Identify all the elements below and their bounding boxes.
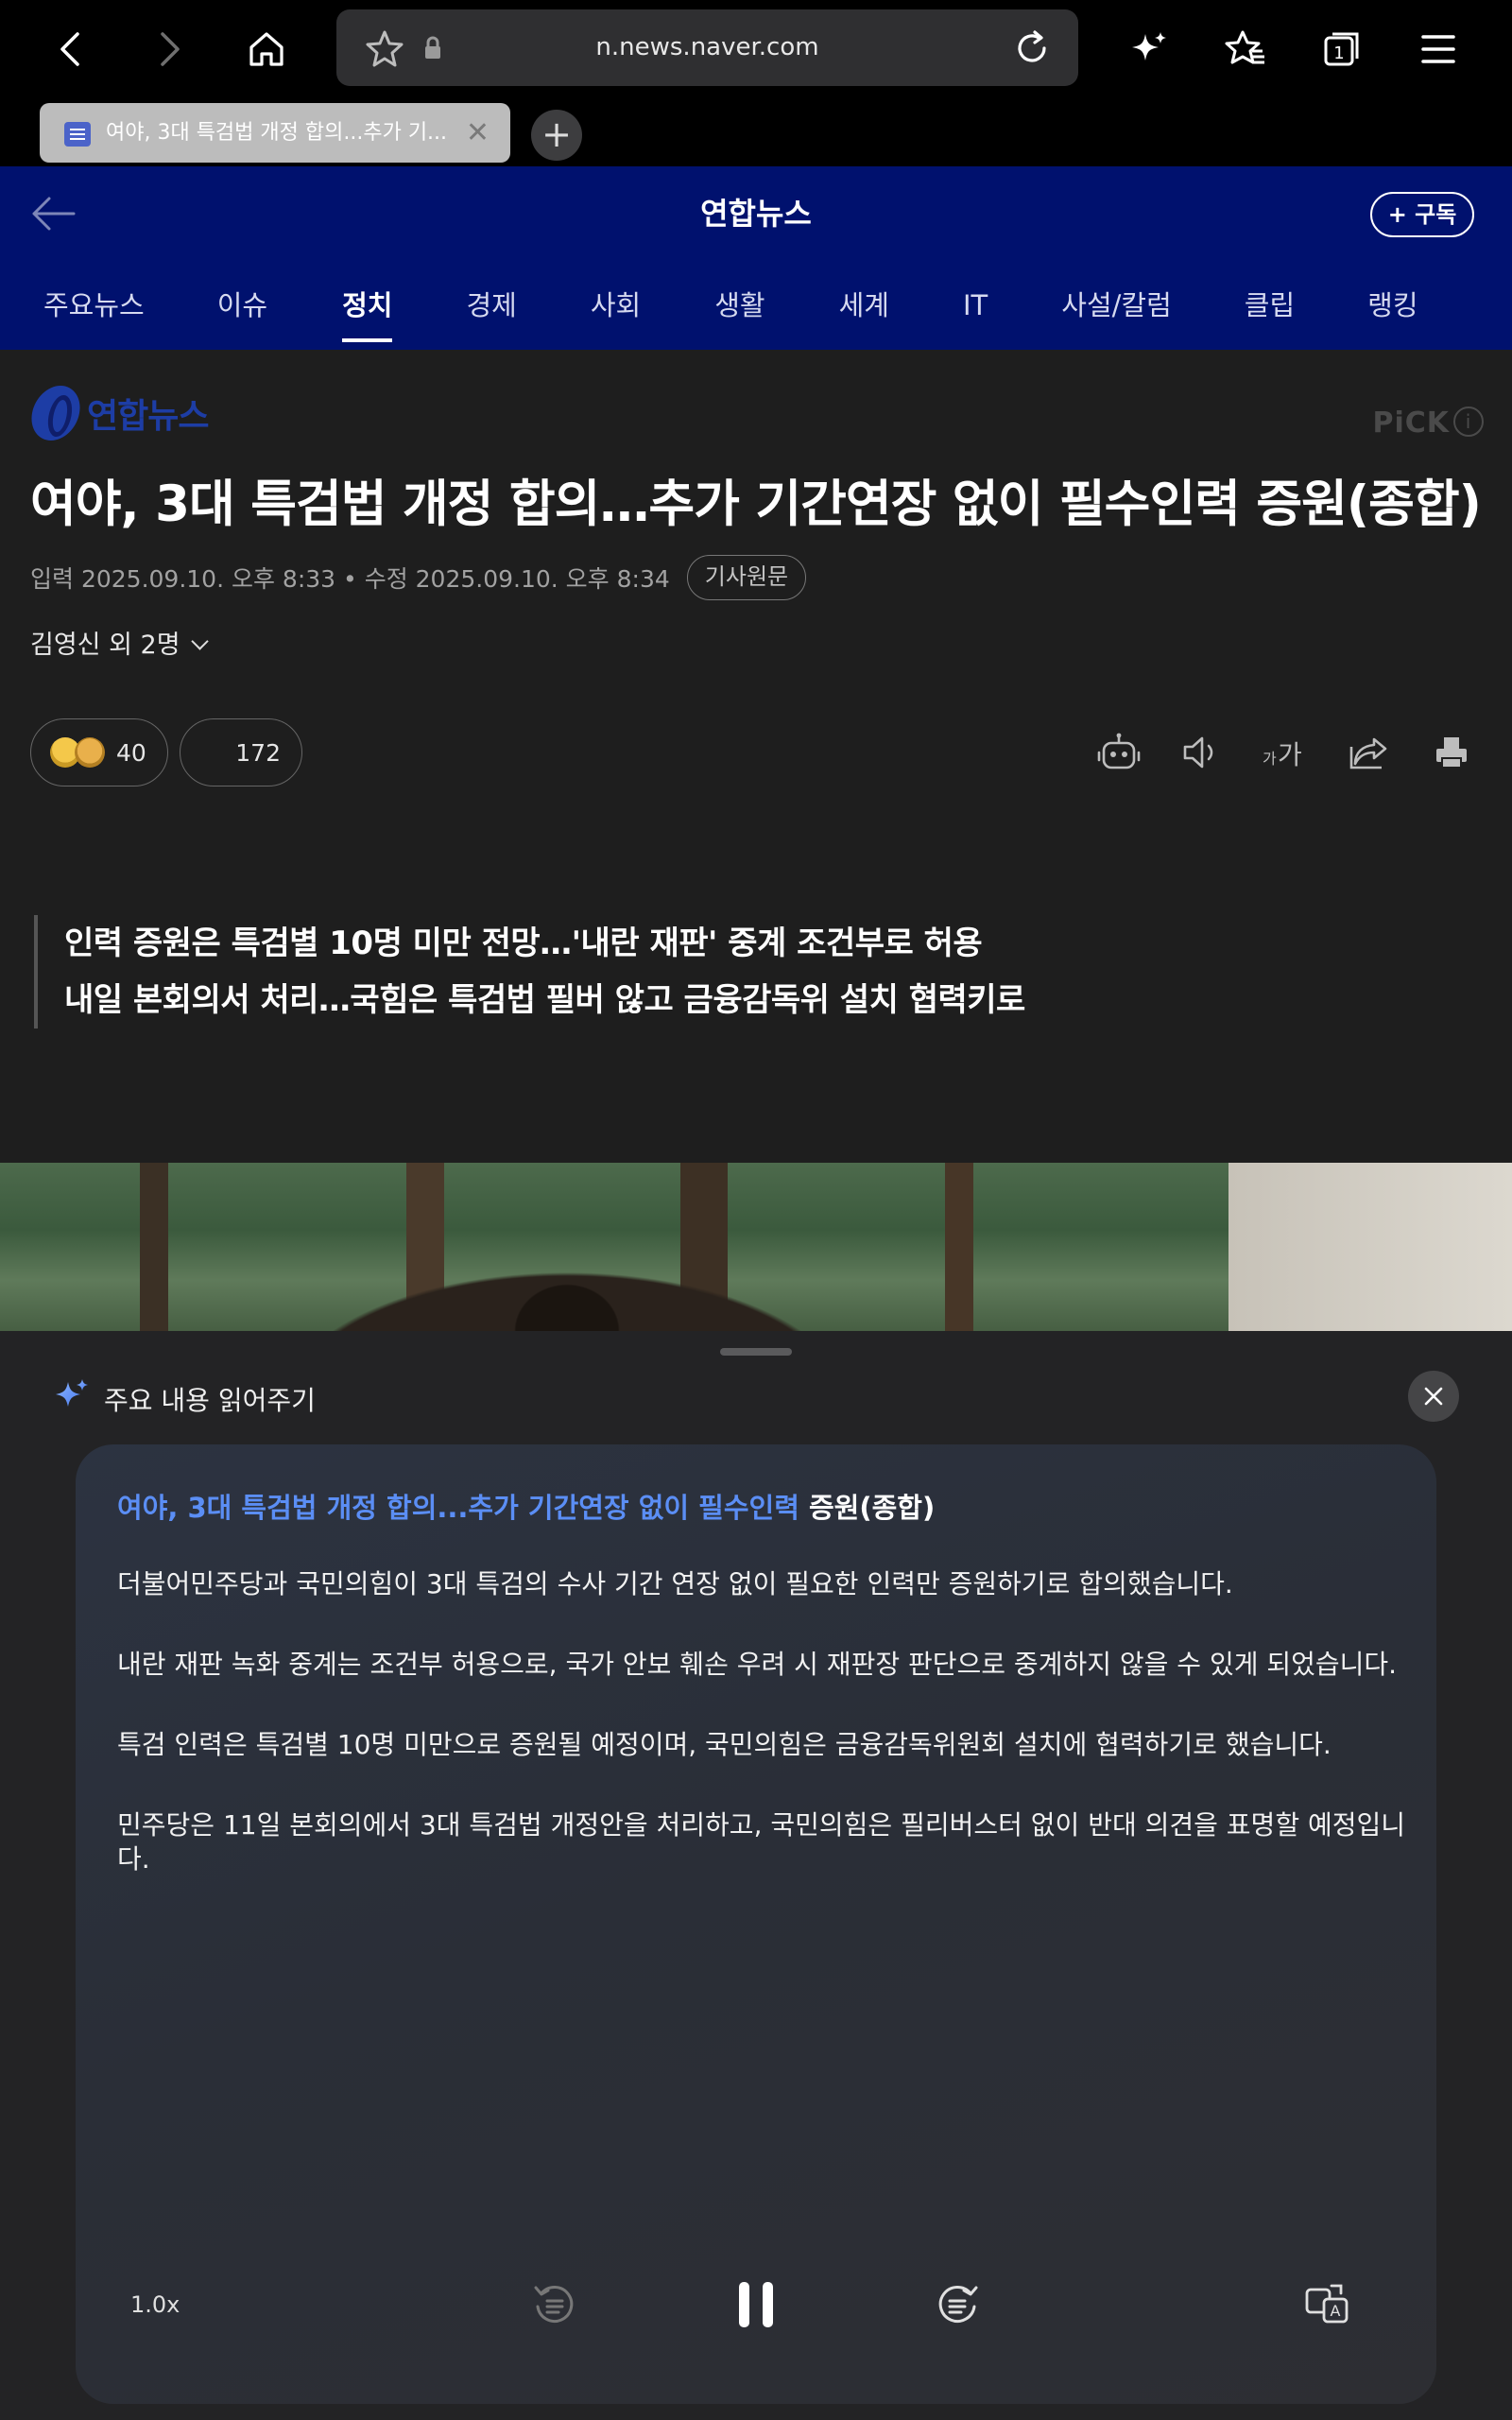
browser-toolbar: n.news.naver.com 1 [0, 0, 1512, 98]
font-size-icon[interactable]: 가가 [1244, 724, 1327, 781]
category-tab[interactable]: 이슈 [217, 261, 267, 350]
article: 연합뉴스 PiCK i 여야, 3대 특검법 개정 합의…추가 기간연장 없이 필… [0, 350, 1512, 1163]
category-tab[interactable]: 세계 [839, 261, 889, 350]
article-photo[interactable] [0, 1163, 1512, 1331]
card-title-rest: 증원(종합) [799, 1492, 936, 1524]
category-tab[interactable]: 랭킹 [1367, 261, 1418, 350]
original-article-button[interactable]: 기사원문 [686, 555, 807, 600]
summary-paragraph: 특검 인력은 특검별 10명 미만으로 증원될 예정이며, 국민의힘은 금융감독… [117, 1729, 1332, 1760]
favicon-icon [64, 122, 91, 147]
svg-text:가: 가 [1278, 739, 1302, 769]
chevron-down-icon [190, 632, 209, 650]
comments-button[interactable]: 172 [180, 718, 302, 786]
ai-sparkle-icon[interactable] [1117, 17, 1181, 81]
reporter-names: 김영신 외 2명 [30, 631, 180, 660]
rewind-icon[interactable] [522, 2272, 588, 2338]
forward-skip-icon[interactable] [924, 2272, 990, 2338]
publisher-logo-text: 연합뉴스 [87, 397, 209, 436]
subscribe-button[interactable]: + 구독 [1370, 192, 1474, 237]
card-title-highlight: 여야, 3대 특검법 개정 합의...추가 기간연장 없이 필수인력 [117, 1492, 799, 1524]
share-icon[interactable] [1327, 724, 1410, 781]
category-tab[interactable]: 주요뉴스 [43, 261, 145, 350]
photo-background-wall [1228, 1163, 1512, 1331]
byline[interactable]: 김영신 외 2명 [30, 624, 209, 661]
article-headline: 여야, 3대 특검법 개정 합의…추가 기간연장 없이 필수인력 증원(종합) [30, 475, 1482, 533]
reaction-button[interactable]: 40 [30, 718, 168, 786]
summary-paragraph: 더불어민주당과 국민의힘이 3대 특검의 수사 기간 연장 없이 필요한 인력만… [117, 1568, 1233, 1599]
url-text: n.news.naver.com [595, 33, 819, 61]
browser-tab[interactable]: 여야, 3대 특검법 개정 합의...추가 기... ✕ [40, 103, 510, 163]
translate-icon[interactable]: A [1295, 2272, 1361, 2338]
summary-line: 내일 본회의서 처리…국힘은 특검법 필버 않고 금융감독위 설치 협력키로 [64, 981, 1025, 1019]
category-tab[interactable]: 클립 [1245, 261, 1295, 350]
article-summary: 인력 증원은 특검별 10명 미만 전망…'내란 재판' 중계 조건부로 허용 … [34, 915, 1263, 1028]
category-tab-active[interactable]: 정치 [342, 261, 393, 350]
category-nav: 주요뉴스 이슈 정치 경제 사회 생활 세계 IT 사설/칼럼 클립 랭킹 [0, 261, 1512, 350]
yonhap-logo-icon [26, 386, 85, 441]
reaction-count: 40 [116, 738, 146, 767]
article-dateline: 입력 2025.09.10. 오후 8:33 • 수정 2025.09.10. … [30, 554, 807, 601]
tab-strip: 여야, 3대 특검법 개정 합의...추가 기... ✕ + [0, 98, 1512, 166]
category-tab[interactable]: 생활 [714, 261, 765, 350]
category-tab[interactable]: 사회 [591, 261, 641, 350]
favorites-icon[interactable] [1213, 17, 1278, 81]
site-header: 연합뉴스 + 구독 [0, 166, 1512, 261]
text-to-speech-icon[interactable] [1160, 724, 1244, 781]
sheet-title: 주요 내용 읽어주기 [104, 1384, 316, 1416]
back-icon[interactable] [38, 17, 102, 81]
new-tab-button[interactable]: + [531, 110, 582, 161]
print-icon[interactable] [1410, 724, 1493, 781]
sheet-header: 주요 내용 읽어주기 [53, 1376, 316, 1421]
category-tab[interactable]: 경제 [466, 261, 516, 350]
summary-card: 여야, 3대 특검법 개정 합의...추가 기간연장 없이 필수인력 증원(종합… [76, 1444, 1436, 2404]
article-actions: 가가 [1077, 724, 1493, 781]
svg-text:1: 1 [1333, 43, 1344, 63]
comment-count: 172 [235, 738, 281, 767]
home-icon[interactable] [234, 17, 299, 81]
pick-label: PiCK [1372, 406, 1450, 440]
menu-icon[interactable] [1406, 17, 1470, 81]
audio-player: 1.0x A [76, 2253, 1436, 2404]
summary-paragraph: 민주당은 11일 본회의에서 3대 특검법 개정안을 처리하고, 국민의힘은 필… [117, 1809, 1406, 1875]
ai-sparkle-icon [53, 1376, 91, 1421]
address-bar[interactable]: n.news.naver.com [336, 9, 1078, 86]
card-title: 여야, 3대 특검법 개정 합의...추가 기간연장 없이 필수인력 증원(종합… [117, 1486, 935, 1526]
svg-text:가: 가 [1263, 750, 1277, 768]
publisher-logo[interactable]: 연합뉴스 [26, 386, 209, 441]
playback-speed-button[interactable]: 1.0x [130, 2253, 180, 2357]
category-tab[interactable]: 사설/칼럼 [1061, 261, 1172, 350]
pick-badge[interactable]: PiCK i [1372, 406, 1484, 440]
site-brand[interactable]: 연합뉴스 [0, 166, 1512, 261]
close-sheet-button[interactable] [1408, 1371, 1459, 1422]
close-tab-icon[interactable]: ✕ [466, 103, 490, 163]
summary-paragraph: 내란 재판 녹화 중계는 조건부 허용으로, 국가 안보 훼손 우려 시 재판장… [117, 1649, 1398, 1680]
reaction-emoji-icon [75, 737, 105, 768]
category-tab[interactable]: IT [963, 261, 988, 350]
ai-summary-robot-icon[interactable] [1077, 724, 1160, 781]
sheet-drag-handle[interactable] [720, 1348, 792, 1356]
read-aloud-sheet: 주요 내용 읽어주기 여야, 3대 특검법 개정 합의...추가 기간연장 없이… [0, 1331, 1512, 2420]
summary-line: 인력 증원은 특검별 10명 미만 전망…'내란 재판' 중계 조건부로 허용 [64, 925, 983, 962]
tabs-icon[interactable]: 1 [1310, 17, 1374, 81]
info-icon[interactable]: i [1453, 406, 1484, 437]
svg-text:A: A [1331, 2302, 1341, 2320]
tab-title: 여야, 3대 특검법 개정 합의...추가 기... [106, 121, 448, 145]
pause-icon[interactable] [723, 2272, 789, 2338]
reload-icon[interactable] [1012, 28, 1052, 72]
date-text: 입력 2025.09.10. 오후 8:33 • 수정 2025.09.10. … [30, 565, 670, 593]
forward-icon[interactable] [138, 17, 202, 81]
close-icon [1424, 1387, 1443, 1406]
